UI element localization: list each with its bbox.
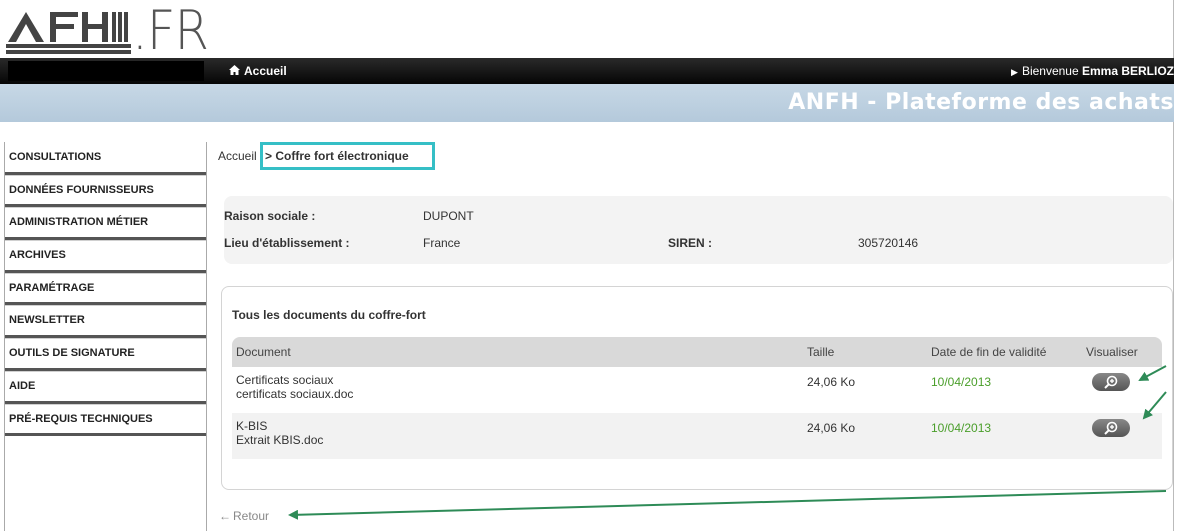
document-name: Certificats sociaux xyxy=(236,373,334,387)
documents-table: Document Taille Date de fin de validité … xyxy=(232,337,1162,459)
company-info-panel: Raison sociale : DUPONT Lieu d'établisse… xyxy=(224,196,1173,264)
site-logo[interactable]: .FR xyxy=(0,0,240,60)
welcome-user: Emma BERLIOZ xyxy=(1081,64,1174,78)
raison-sociale-value: DUPONT xyxy=(423,209,474,223)
siren-value: 305720146 xyxy=(858,236,919,250)
home-link[interactable]: Accueil xyxy=(229,64,287,78)
table-row: K-BIS Extrait KBIS.doc 24,06 Ko 10/04/20… xyxy=(232,413,1162,459)
document-cell: Certificats sociaux certificats sociaux.… xyxy=(232,367,803,413)
sidebar-item-outils-de-signature[interactable]: OUTILS DE SIGNATURE xyxy=(5,338,206,371)
document-size: 24,06 Ko xyxy=(807,375,856,389)
raison-sociale-label: Raison sociale : xyxy=(224,209,316,223)
welcome-prefix: Bienvenue xyxy=(1021,64,1082,78)
breadcrumb: Accueil > Coffre fort électronique xyxy=(218,142,435,170)
breadcrumb-home-link[interactable]: Accueil xyxy=(218,149,257,163)
sidebar-item-pre-requis-techniques[interactable]: PRÉ-REQUIS TECHNIQUES xyxy=(5,403,206,437)
visualiser-cell xyxy=(1082,413,1162,459)
document-date: 10/04/2013 xyxy=(931,421,992,435)
sidebar-item-consultations[interactable]: CONSULTATIONS xyxy=(5,142,206,175)
lieu-etablissement-value: France xyxy=(423,236,461,250)
home-label: Accueil xyxy=(244,64,287,78)
zoom-in-icon xyxy=(1104,421,1118,435)
zoom-in-icon xyxy=(1104,375,1118,389)
siren-label: SIREN : xyxy=(668,236,713,250)
sidebar-item-newsletter[interactable]: NEWSLETTER xyxy=(5,305,206,339)
platform-title: ANFH - Plateforme des achats xyxy=(788,90,1174,115)
document-cell: K-BIS Extrait KBIS.doc xyxy=(232,413,803,459)
welcome-message[interactable]: ▶ Bienvenue Emma BERLIOZ xyxy=(1011,64,1174,78)
anfh-logo-mark xyxy=(6,12,131,54)
documents-panel: Tous les documents du coffre-fort Docume… xyxy=(221,286,1173,490)
sidebar-item-donnees-fournisseurs[interactable]: DONNÉES FOURNISSEURS xyxy=(5,174,206,208)
lieu-etablissement-label: Lieu d'établissement : xyxy=(224,236,350,250)
breadcrumb-current: > Coffre fort électronique xyxy=(265,149,409,163)
view-document-button[interactable] xyxy=(1092,373,1130,391)
title-band: ANFH - Plateforme des achats xyxy=(0,84,1174,122)
back-arrow-icon: ← xyxy=(219,509,231,523)
column-header-document: Document xyxy=(236,345,291,359)
top-navigation-bar: Accueil ▶ Bienvenue Emma BERLIOZ xyxy=(0,58,1174,84)
topbar-left-block xyxy=(8,61,204,81)
sidebar-item-aide[interactable]: AIDE xyxy=(5,370,206,404)
table-header-row: Document Taille Date de fin de validité … xyxy=(232,337,1162,367)
column-header-visualiser: Visualiser xyxy=(1086,345,1138,359)
sidebar-item-administration-metier[interactable]: ADMINISTRATION MÉTIER xyxy=(5,207,206,241)
documents-heading: Tous les documents du coffre-fort xyxy=(232,308,426,322)
back-label: Retour xyxy=(233,509,270,523)
home-icon xyxy=(229,65,240,78)
logo-domain-text: .FR xyxy=(132,0,209,62)
document-file: certificats sociaux.doc xyxy=(236,387,354,401)
sidebar-item-parametrage[interactable]: PARAMÉTRAGE xyxy=(5,272,206,306)
document-size: 24,06 Ko xyxy=(807,421,856,435)
document-date: 10/04/2013 xyxy=(931,375,992,389)
view-document-button[interactable] xyxy=(1092,419,1130,437)
annotation-arrow-3 xyxy=(288,490,1167,520)
back-link[interactable]: ← Retour xyxy=(219,509,269,523)
visualiser-cell xyxy=(1082,367,1162,413)
sidebar-item-archives[interactable]: ARCHIVES xyxy=(5,240,206,273)
document-file: Extrait KBIS.doc xyxy=(236,433,324,447)
triangle-right-icon: ▶ xyxy=(1011,67,1018,77)
sidebar-menu: CONSULTATIONS DONNÉES FOURNISSEURS ADMIN… xyxy=(4,142,207,531)
column-header-date: Date de fin de validité xyxy=(931,345,1047,359)
column-header-taille: Taille xyxy=(807,345,835,359)
table-row: Certificats sociaux certificats sociaux.… xyxy=(232,367,1162,413)
document-name: K-BIS xyxy=(236,419,268,433)
